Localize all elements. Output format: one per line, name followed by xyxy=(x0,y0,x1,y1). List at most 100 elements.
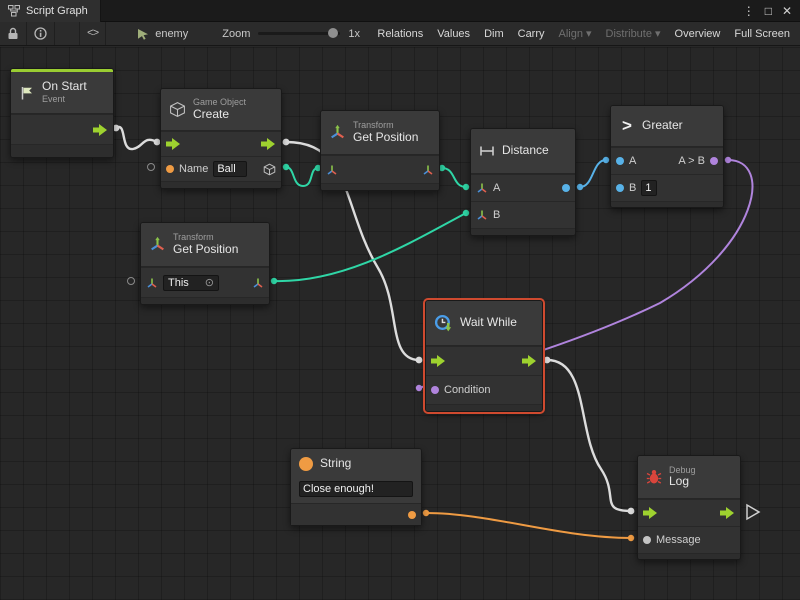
node-debug-log[interactable]: Debug Log Message xyxy=(637,455,741,560)
full-screen-button[interactable]: Full Screen xyxy=(734,28,790,40)
node-footer xyxy=(11,144,113,157)
node-footer xyxy=(426,404,542,411)
port-label: Name xyxy=(179,163,208,175)
input-port-b[interactable] xyxy=(616,184,624,192)
name-input-port[interactable] xyxy=(166,165,174,173)
input-port-a[interactable] xyxy=(616,157,624,165)
node-footer xyxy=(161,181,281,188)
tab-script-graph[interactable]: Script Graph xyxy=(0,0,101,22)
lock-button[interactable] xyxy=(0,22,26,45)
window-menu-icon[interactable]: ⋮ xyxy=(743,4,755,18)
node-wait-while[interactable]: Wait While Condition xyxy=(425,300,543,412)
target-object-field[interactable]: This ⊙ xyxy=(163,275,219,291)
flow-input-port[interactable] xyxy=(431,355,446,367)
transform-icon xyxy=(329,124,346,141)
code-view-button[interactable]: <> xyxy=(80,22,105,45)
b-value-field[interactable] xyxy=(641,180,657,196)
node-title: String xyxy=(320,457,351,471)
relations-button[interactable]: Relations xyxy=(377,28,423,40)
node-on-start-event[interactable]: On Start Event xyxy=(10,68,114,158)
graph-owner-indicator[interactable]: enemy xyxy=(130,22,195,45)
bool-output-port[interactable] xyxy=(710,157,718,165)
condition-input-port[interactable] xyxy=(431,386,439,394)
node-title: Wait While xyxy=(460,316,517,330)
port-expose-toggle[interactable] xyxy=(127,277,135,285)
overview-button[interactable]: Overview xyxy=(675,28,721,40)
zoom-slider[interactable] xyxy=(258,32,340,35)
values-button[interactable]: Values xyxy=(437,28,470,40)
node-game-object-create[interactable]: Game Object Create Name xyxy=(160,88,282,189)
vector3-output-port[interactable] xyxy=(422,164,434,176)
object-picker-icon[interactable]: ⊙ xyxy=(205,276,214,289)
distance-output-port[interactable] xyxy=(562,184,570,192)
node-get-position-this[interactable]: Transform Get Position This ⊙ xyxy=(140,222,270,305)
graph-toolbar: <> enemy Zoom 1x Relations Values Dim Ca… xyxy=(0,22,800,46)
lock-icon xyxy=(7,27,19,40)
flow-output-port[interactable] xyxy=(93,124,108,136)
node-distance[interactable]: Distance A B xyxy=(470,128,576,236)
node-footer xyxy=(141,297,269,304)
vector3-output-port[interactable] xyxy=(252,277,264,289)
transform-input-port[interactable] xyxy=(146,277,158,289)
name-value-field[interactable] xyxy=(213,161,247,177)
string-value-field[interactable] xyxy=(299,481,413,497)
code-icon: <> xyxy=(87,28,98,40)
node-title: Get Position xyxy=(173,243,238,257)
script-graph-icon xyxy=(8,5,20,17)
node-title: Distance xyxy=(502,144,549,158)
flow-input-port[interactable] xyxy=(643,507,658,519)
toolbar-gap xyxy=(55,22,79,45)
flag-icon xyxy=(19,85,35,101)
carry-button[interactable]: Carry xyxy=(518,28,545,40)
game-object-output-port[interactable] xyxy=(263,163,276,176)
node-title: Greater xyxy=(642,119,683,133)
message-input-port[interactable] xyxy=(643,536,651,544)
flow-input-port[interactable] xyxy=(166,138,181,150)
pointer-icon xyxy=(137,28,149,40)
vector3-input-port-a[interactable] xyxy=(476,182,488,194)
node-string-literal[interactable]: String xyxy=(290,448,422,526)
window-close-icon[interactable]: ✕ xyxy=(782,4,792,18)
window-maximize-icon[interactable]: □ xyxy=(765,4,772,18)
port-label: A xyxy=(493,182,500,194)
distance-icon xyxy=(479,145,495,157)
port-expose-toggle[interactable] xyxy=(147,163,155,171)
result-label: A > B xyxy=(678,155,705,167)
dim-button[interactable]: Dim xyxy=(484,28,504,40)
title-bar: Script Graph ⋮ □ ✕ xyxy=(0,0,800,22)
align-dropdown[interactable]: Align▾ xyxy=(559,27,592,40)
string-icon xyxy=(299,457,313,471)
transform-input-port[interactable] xyxy=(326,164,338,176)
string-output-port[interactable] xyxy=(408,511,416,519)
zoom-slider-handle[interactable] xyxy=(328,28,338,38)
debug-bug-icon xyxy=(646,469,662,485)
zoom-label: Zoom xyxy=(222,28,250,40)
greater-icon: > xyxy=(619,116,635,136)
node-get-position-enemy[interactable]: Transform Get Position xyxy=(320,110,440,191)
flow-output-port[interactable] xyxy=(720,507,735,519)
node-footer xyxy=(611,201,723,207)
zoom-control: Zoom 1x xyxy=(215,22,367,45)
port-label: Condition xyxy=(444,384,490,396)
chevron-down-icon: ▾ xyxy=(586,27,592,40)
flow-output-port[interactable] xyxy=(261,138,276,150)
node-subtitle: Event xyxy=(42,94,87,104)
node-footer xyxy=(471,228,575,235)
chevron-down-icon: ▾ xyxy=(655,27,661,40)
distribute-dropdown[interactable]: Distribute▾ xyxy=(606,27,661,40)
info-button[interactable] xyxy=(27,22,54,45)
info-icon xyxy=(34,27,47,40)
port-label: B xyxy=(493,209,500,221)
separator xyxy=(105,22,106,45)
port-label: A xyxy=(629,155,636,167)
node-title: Log xyxy=(669,475,696,489)
node-footer xyxy=(638,553,740,559)
node-title: Create xyxy=(193,108,246,122)
node-greater[interactable]: > Greater A A > B B xyxy=(610,105,724,208)
transform-icon xyxy=(149,236,166,253)
vector3-input-port-b[interactable] xyxy=(476,209,488,221)
flow-output-port[interactable] xyxy=(522,355,537,367)
zoom-value: 1x xyxy=(348,28,360,40)
port-label: B xyxy=(629,182,636,194)
tab-title: Script Graph xyxy=(26,5,88,17)
